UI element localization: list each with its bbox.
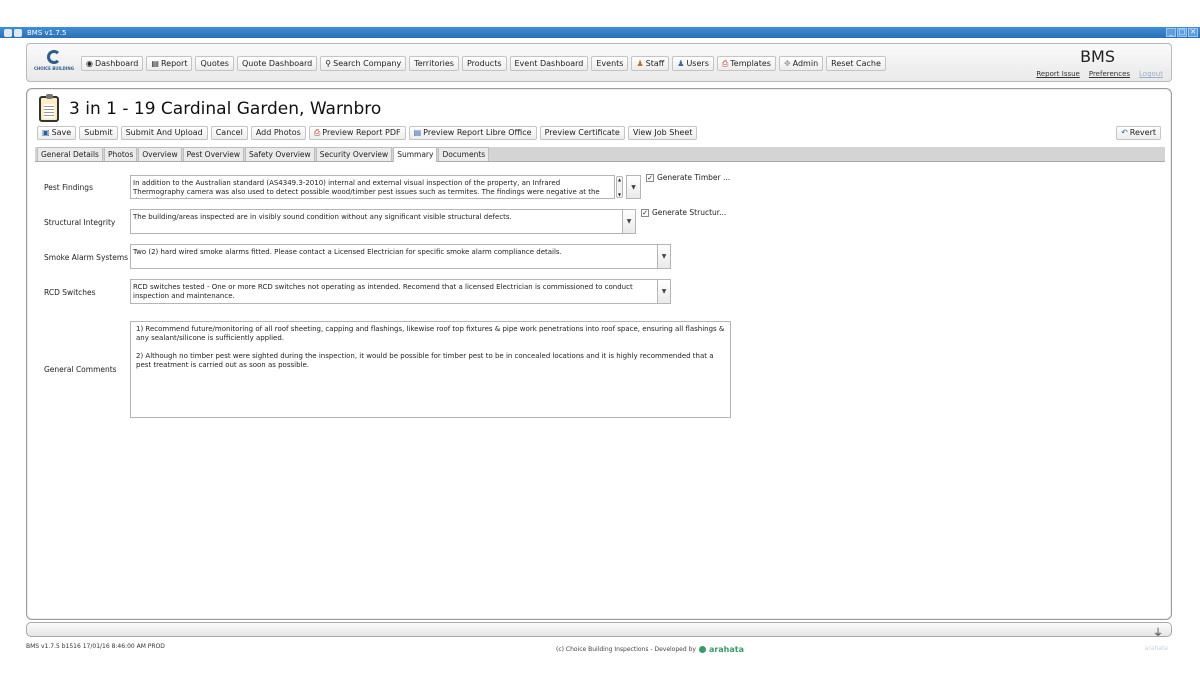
window-controls: _ □ ✕ (1166, 28, 1198, 37)
nav-admin-button[interactable]: ✥ Admin (778, 56, 824, 71)
minimize-icon[interactable]: _ (1166, 28, 1176, 37)
window-titlebar: BMS v1.7.5 _ □ ✕ (0, 27, 1200, 38)
report-issue-link[interactable]: Report Issue (1036, 70, 1080, 78)
structural-integrity-label: Structural Integrity (44, 218, 116, 227)
footer-right-logo: arahata (1144, 645, 1168, 652)
page-header: 3 in 1 - 19 Cardinal Garden, Warnbro (39, 94, 382, 122)
save-icon: ▣ (42, 128, 50, 137)
search-icon: ⚲ (325, 58, 332, 68)
pest-findings-field[interactable]: In addition to the Australian standard (… (130, 175, 615, 199)
app-icon (4, 28, 12, 37)
nav-dashboard-button[interactable]: ◉ Dashboard (81, 56, 144, 71)
nav-users-button[interactable]: ♟ Users (672, 56, 714, 71)
chevron-down-icon: ▼ (622, 210, 635, 233)
preview-report-pdf-button[interactable]: ⎙ Preview Report PDF (308, 126, 406, 140)
footer-copyright: (c) Choice Building Inspections - Develo… (556, 646, 696, 653)
build-status: BMS v1.7.5 b1516 17/01/16 8:46:00 AM PRO… (26, 643, 165, 650)
pest-findings-label: Pest Findings (44, 183, 93, 192)
company-logo: CHOICE BUILDING (33, 50, 75, 78)
cancel-button[interactable]: Cancel (210, 126, 248, 140)
nav-reset-cache-button[interactable]: Reset Cache (826, 56, 886, 71)
page-title: 3 in 1 - 19 Cardinal Garden, Warnbro (69, 99, 382, 119)
clipboard-icon (39, 94, 59, 122)
tab-pest-overview[interactable]: Pest Overview (182, 147, 244, 161)
document-icon: ▤ (413, 128, 422, 137)
chevron-down-icon: ▼ (627, 176, 640, 198)
submit-and-upload-button[interactable]: Submit And Upload (120, 126, 208, 140)
chevron-down-icon: ▼ (657, 280, 670, 303)
nav-products-button[interactable]: Products (461, 56, 507, 71)
revert-button[interactable]: ↶ Revert (1116, 126, 1161, 140)
top-links: Report Issue Preferences Logout (1036, 70, 1163, 78)
nav-templates-button[interactable]: ⎙ Templates (716, 56, 776, 71)
structural-integrity-field[interactable]: The building/areas inspected are in visi… (130, 209, 636, 234)
logout-link[interactable]: Logout (1139, 70, 1163, 78)
tab-overview[interactable]: Overview (138, 147, 182, 161)
preferences-link[interactable]: Preferences (1089, 70, 1130, 78)
window-menu-icon[interactable] (14, 28, 22, 37)
preview-certificate-button[interactable]: Preview Certificate (539, 126, 625, 140)
check-icon: ✓ (641, 208, 649, 217)
preview-report-libre-office-button[interactable]: ▤ Preview Report Libre Office (408, 126, 537, 140)
generate-timber-checkbox[interactable]: ✓ Generate Timber ... (646, 173, 730, 182)
admin-icon: ✥ (783, 58, 791, 68)
tab-photos[interactable]: Photos (103, 147, 138, 161)
general-comments-textarea[interactable]: 1) Recommend future/monitoring of all ro… (130, 321, 731, 418)
tab-summary[interactable]: Summary (393, 147, 438, 162)
rcd-switches-field[interactable]: RCD switches tested - One or more RCD sw… (130, 279, 671, 304)
add-photos-button[interactable]: Add Photos (250, 126, 306, 140)
logo-mark-icon (47, 50, 61, 64)
tab-bar: General Details Photos Overview Pest Ove… (35, 147, 1165, 162)
tab-security-overview[interactable]: Security Overview (315, 147, 393, 161)
footer: (c) Choice Building Inspections - Develo… (556, 645, 744, 654)
nav-event-dashboard-button[interactable]: Event Dashboard (509, 56, 589, 71)
pest-findings-scrollbar[interactable]: ▲ ▼ (616, 176, 623, 198)
report-toolbar: ▣ Save Submit Submit And Upload Cancel Ad… (37, 126, 698, 140)
nav-staff-button[interactable]: ♟ Staff (631, 56, 670, 71)
smoke-alarm-field[interactable]: Two (2) hard wired smoke alarms fitted. … (130, 244, 671, 269)
nav-search-company-button[interactable]: ⚲ Search Company (320, 56, 407, 71)
generate-structural-checkbox[interactable]: ✓ Generate Structur... (641, 208, 726, 217)
check-icon: ✓ (646, 173, 654, 182)
top-panel: CHOICE BUILDING ◉ Dashboard ▤ Report Quote… (26, 43, 1172, 82)
developer-name[interactable]: arahata (709, 645, 744, 654)
dashboard-icon: ◉ (86, 58, 93, 68)
nav-quotes-button[interactable]: Quotes (195, 56, 234, 71)
smoke-alarm-label: Smoke Alarm Systems (44, 253, 129, 262)
pest-findings-dropdown[interactable]: ▼ (626, 175, 641, 199)
main-panel: 3 in 1 - 19 Cardinal Garden, Warnbro ▣ Sa… (26, 88, 1172, 620)
window-title: BMS v1.7.5 (27, 28, 67, 37)
save-button[interactable]: ▣ Save (37, 126, 77, 140)
brand-title: BMS (1080, 47, 1115, 66)
nav-territories-button[interactable]: Territories (409, 56, 459, 71)
general-comments-paragraph-1: 1) Recommend future/monitoring of all ro… (136, 325, 725, 342)
pdf-icon: ⎙ (313, 128, 321, 137)
nav-quote-dashboard-button[interactable]: Quote Dashboard (236, 56, 318, 71)
general-comments-label: General Comments (44, 365, 117, 374)
nav-events-button[interactable]: Events (591, 56, 629, 71)
bottom-dock-bar: ⏚ (26, 622, 1172, 639)
view-job-sheet-button[interactable]: View Job Sheet (627, 126, 698, 140)
tab-documents[interactable]: Documents (438, 147, 490, 161)
staff-icon: ♟ (636, 58, 644, 68)
report-icon: ▤ (151, 58, 159, 68)
undo-icon: ↶ (1121, 128, 1128, 137)
main-nav: ◉ Dashboard ▤ Report Quotes Quote Dashboar… (81, 56, 886, 71)
tab-general-details[interactable]: General Details (37, 147, 103, 161)
chevron-down-icon: ▼ (657, 245, 670, 268)
tab-safety-overview[interactable]: Safety Overview (245, 147, 315, 161)
developer-logo-icon (698, 646, 706, 653)
close-icon[interactable]: ✕ (1188, 28, 1198, 37)
nav-report-button[interactable]: ▤ Report (146, 56, 193, 71)
rcd-switches-label: RCD Switches (44, 288, 96, 297)
general-comments-paragraph-2: 2) Although no timber pest were sighted … (136, 352, 714, 369)
maximize-icon[interactable]: □ (1177, 28, 1187, 37)
dock-icon[interactable]: ⏚ (1153, 624, 1163, 639)
submit-button[interactable]: Submit (79, 126, 118, 140)
templates-icon: ⎙ (721, 58, 729, 68)
users-icon: ♟ (677, 58, 685, 68)
